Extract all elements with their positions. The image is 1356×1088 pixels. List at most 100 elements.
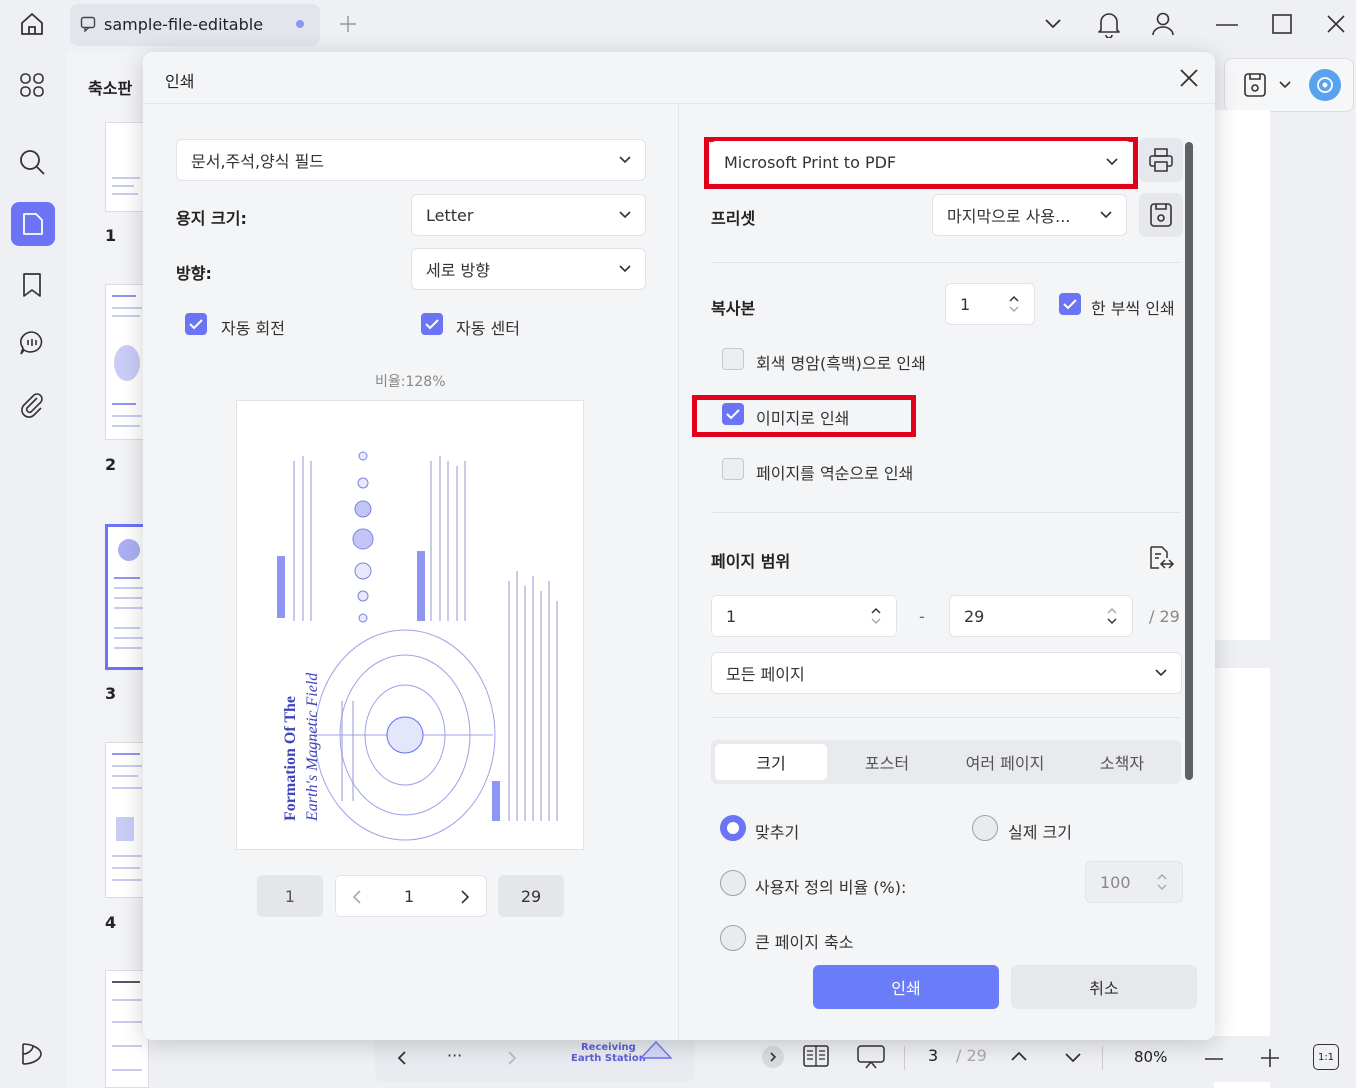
thumbnail-number: 3 [105, 684, 117, 703]
range-dash: - [919, 607, 925, 626]
print-button[interactable]: 인쇄 [813, 965, 999, 1009]
bookmark-icon[interactable] [14, 267, 50, 303]
dialog-title: 인쇄 [165, 72, 195, 91]
chevron-down-icon[interactable] [1044, 18, 1062, 30]
preset-select[interactable]: 마지막으로 사용... [932, 194, 1127, 236]
station-label-line1: Receiving [580, 1042, 636, 1053]
total-pages: / 29 [956, 1046, 987, 1065]
tab-size[interactable]: 크기 [715, 744, 827, 780]
range-to-stepper[interactable]: 29 [949, 595, 1133, 637]
zoom-out-icon[interactable] [1205, 1058, 1223, 1060]
prev-icon[interactable] [397, 1050, 407, 1066]
page-layout-icon[interactable] [802, 1044, 830, 1068]
triangle-graphic [639, 1040, 673, 1060]
auto-center-checkbox[interactable] [421, 313, 443, 335]
thumbnails-icon[interactable] [11, 202, 55, 246]
actual-size-label: 실제 크기 [1008, 823, 1072, 842]
divider [711, 262, 1181, 263]
paper-size-label: 용지 크기: [176, 209, 247, 228]
preview-first-page[interactable]: 1 [257, 875, 323, 917]
save-icon[interactable] [1243, 72, 1267, 98]
preview-last-page[interactable]: 29 [498, 875, 564, 917]
page-range-label: 페이지 범위 [711, 552, 791, 571]
bell-icon[interactable] [1096, 10, 1122, 38]
reverse-order-checkbox[interactable] [722, 458, 744, 480]
content-select[interactable]: 문서,주석,양식 필드 [176, 139, 646, 181]
grayscale-label: 회색 명암(흑백)으로 인쇄 [756, 354, 926, 373]
copies-stepper[interactable]: 1 [945, 283, 1035, 325]
actual-size-button[interactable]: 1:1 [1313, 1044, 1339, 1070]
home-icon[interactable] [18, 10, 46, 38]
maximize-icon[interactable] [1272, 14, 1292, 34]
custom-scale-value: 100 [1100, 872, 1131, 892]
save-preset-button[interactable] [1139, 193, 1183, 237]
stepper-arrows-icon[interactable] [1106, 605, 1118, 627]
page-range-swap-icon[interactable] [1147, 544, 1175, 572]
printer-properties-button[interactable] [1139, 138, 1183, 182]
new-tab-icon[interactable] [338, 14, 358, 34]
preview-page-graphic: Formation Of The Earth's Magnetic Field [277, 451, 558, 841]
tab-poster[interactable]: 포스터 [831, 744, 943, 780]
grayscale-checkbox[interactable] [722, 348, 744, 370]
print-as-image-checkbox[interactable] [722, 403, 744, 425]
document-page [1214, 110, 1270, 640]
fit-radio[interactable] [720, 815, 746, 841]
shrink-large-pages-radio[interactable] [720, 925, 746, 951]
presentation-icon[interactable] [856, 1044, 886, 1070]
collate-label: 한 부씩 인쇄 [1091, 299, 1175, 318]
preview-current-page[interactable]: 1 [404, 887, 414, 906]
tab-multiple-pages[interactable]: 여러 페이지 [947, 744, 1063, 780]
range-from-stepper[interactable]: 1 [711, 595, 897, 637]
next-icon[interactable] [507, 1050, 517, 1066]
chevron-down-icon [619, 156, 631, 164]
comments-icon[interactable] [14, 325, 50, 361]
document-page [1214, 668, 1270, 1088]
stepper-arrows-icon[interactable] [1156, 871, 1168, 893]
chevron-down-icon[interactable] [1279, 81, 1291, 89]
user-icon[interactable] [1150, 10, 1176, 38]
paper-size-select[interactable]: Letter [411, 194, 646, 236]
column-divider [678, 104, 679, 1040]
page-subset-select[interactable]: 모든 페이지 [711, 652, 1182, 694]
chevron-up-icon[interactable] [1010, 1050, 1028, 1062]
auto-center-label: 자동 센터 [456, 319, 520, 338]
sidebar-toggle-icon[interactable] [14, 1036, 50, 1072]
window-close-icon[interactable] [1326, 14, 1346, 34]
printer-select[interactable]: Microsoft Print to PDF [710, 141, 1132, 183]
paper-size-value: Letter [426, 205, 474, 225]
stepper-arrows-icon[interactable] [1008, 293, 1020, 315]
zoom-in-icon[interactable] [1260, 1048, 1280, 1068]
grid-icon[interactable] [14, 67, 50, 103]
chevron-right-icon[interactable] [460, 889, 470, 905]
auto-rotate-checkbox[interactable] [185, 313, 207, 335]
chevron-right-icon[interactable] [762, 1046, 784, 1068]
tab-booklet[interactable]: 소책자 [1067, 744, 1177, 780]
custom-scale-stepper[interactable]: 100 [1085, 861, 1183, 903]
dialog-scrollbar[interactable] [1185, 142, 1193, 780]
current-page[interactable]: 3 [928, 1046, 938, 1065]
divider [711, 717, 1181, 718]
custom-scale-label: 사용자 정의 비율 (%): [755, 878, 907, 897]
minimize-icon[interactable] [1216, 24, 1238, 26]
divider [711, 512, 1181, 513]
custom-scale-radio[interactable] [720, 870, 746, 896]
ai-assistant-icon[interactable] [1309, 69, 1341, 101]
search-icon[interactable] [14, 144, 50, 180]
close-icon[interactable] [1177, 66, 1201, 90]
collate-checkbox[interactable] [1059, 293, 1081, 315]
chevron-down-icon[interactable] [1064, 1052, 1082, 1064]
thumbnail-number: 1 [105, 226, 117, 245]
cancel-button[interactable]: 취소 [1011, 965, 1197, 1009]
stepper-arrows-icon[interactable] [870, 605, 882, 627]
attachment-icon[interactable] [14, 386, 50, 422]
actual-size-radio[interactable] [972, 815, 998, 841]
zoom-level[interactable]: 80% [1134, 1048, 1167, 1066]
chevron-down-icon [1155, 669, 1167, 677]
chevron-left-icon[interactable] [352, 889, 362, 905]
station-label-line2: Earth Station [571, 1053, 646, 1064]
right-toolbar [1224, 58, 1354, 112]
orientation-select[interactable]: 세로 방향 [411, 248, 646, 290]
copies-label: 복사본 [711, 299, 756, 318]
more-dots[interactable]: ··· [447, 1046, 462, 1065]
scale-text: 비율:128% [375, 374, 446, 390]
